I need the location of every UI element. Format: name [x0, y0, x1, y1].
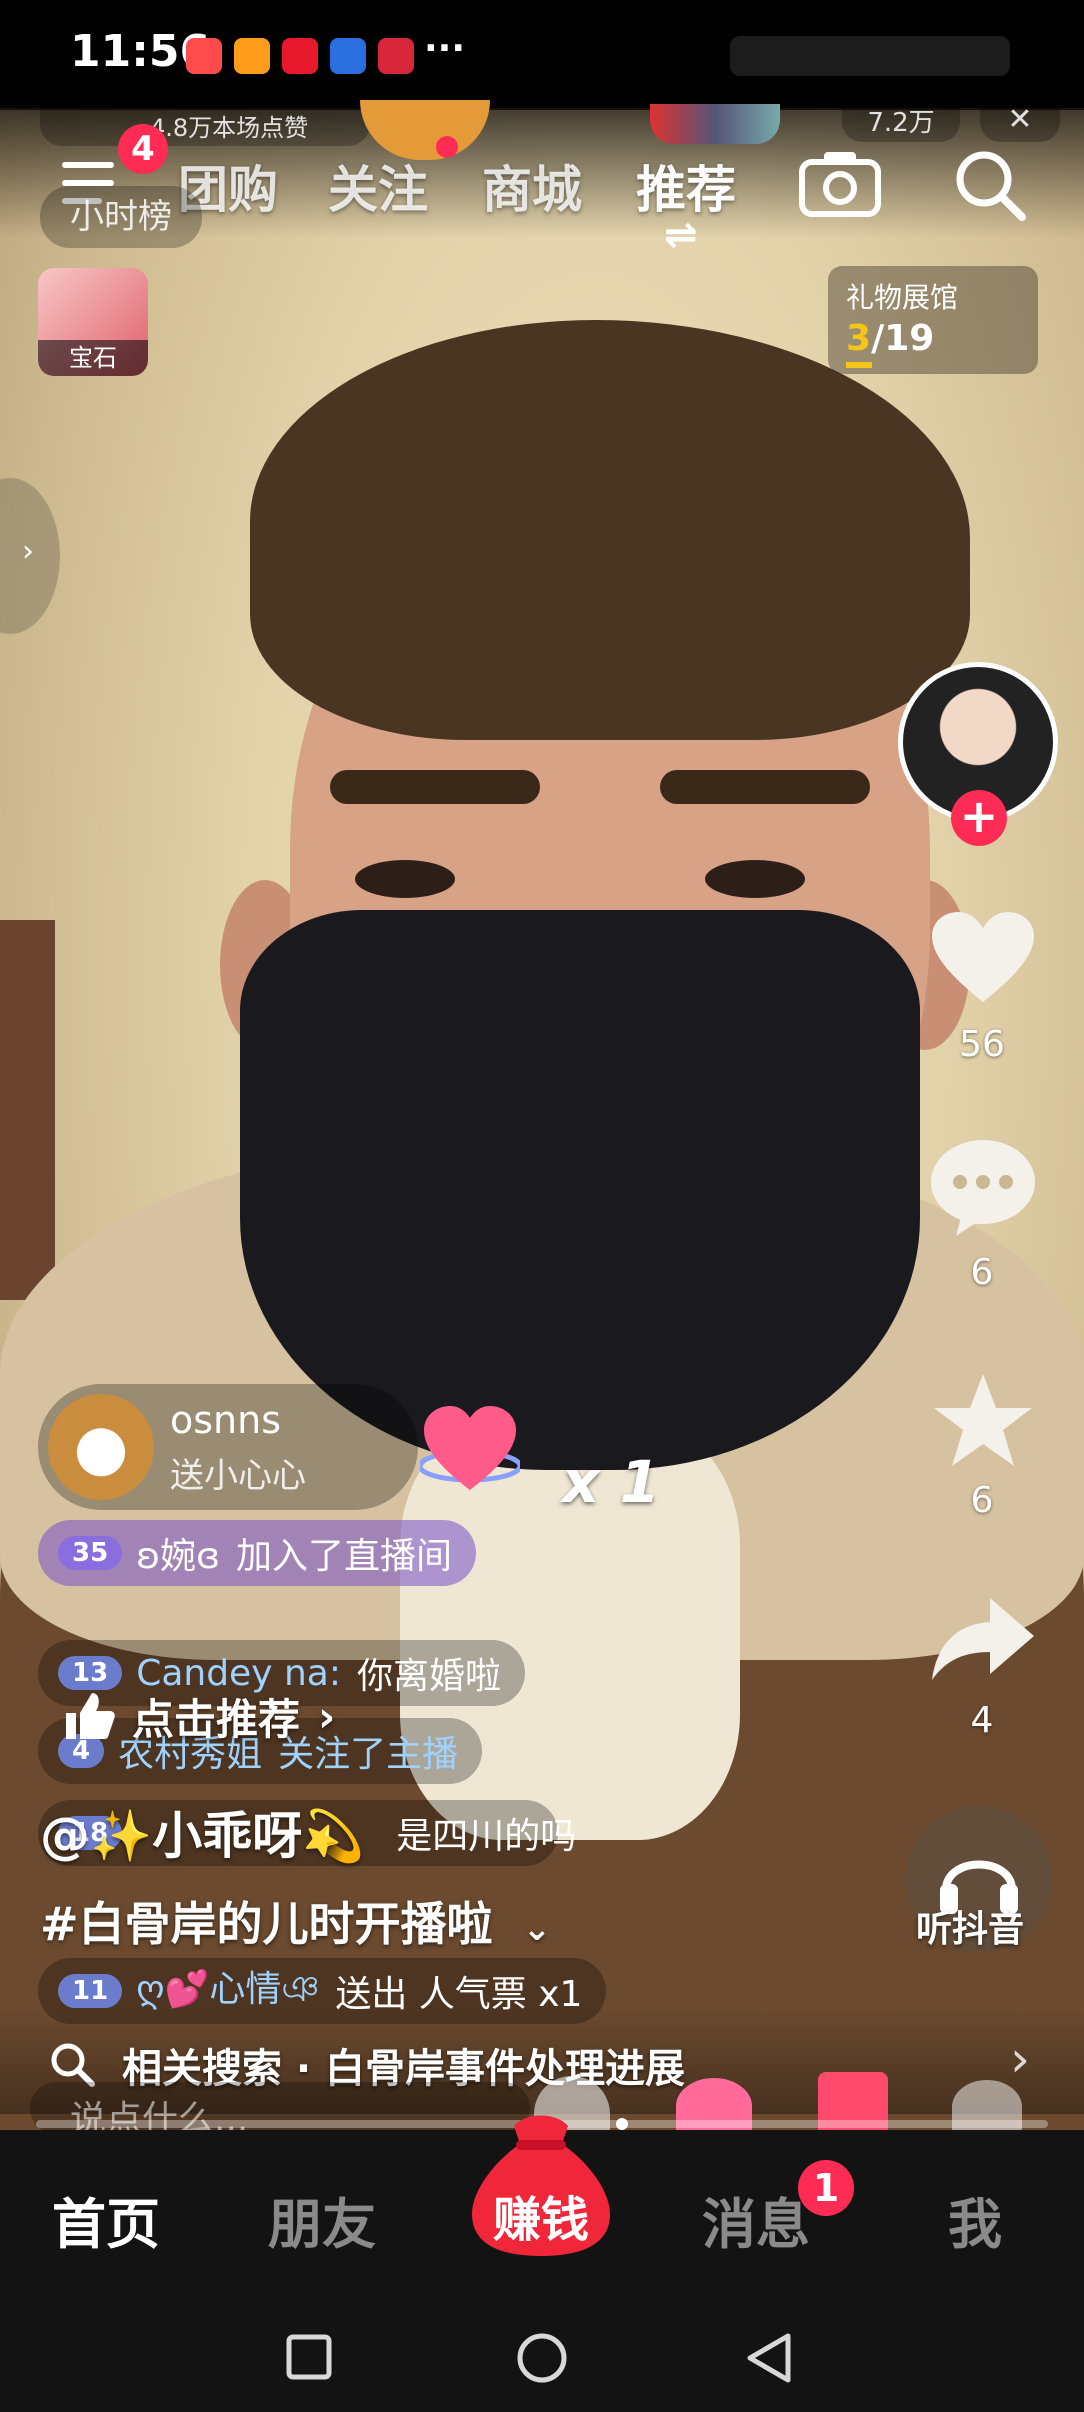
tab-mall[interactable]: 商城 — [482, 150, 582, 222]
favorite-button[interactable] — [928, 1370, 1038, 1470]
follow-plus-button[interactable]: + — [951, 790, 1007, 846]
listen-label: 听抖音 — [916, 1909, 1025, 1950]
comment-icon — [931, 1140, 1035, 1236]
app-notification-icon — [378, 38, 414, 74]
app-notification-icon — [234, 38, 270, 74]
gift-sender-avatar[interactable] — [48, 1394, 154, 1500]
back-icon[interactable] — [744, 2332, 794, 2384]
heart-icon — [932, 912, 1034, 1002]
heart-gift-icon — [417, 1400, 523, 1500]
recents-icon[interactable] — [286, 2334, 332, 2380]
gift-popup: osnns 送小心心 — [38, 1384, 418, 1510]
recommend-label: 点击推荐 — [132, 1694, 301, 1744]
chat-username[interactable]: ʚ婉ɞ — [136, 1527, 220, 1579]
streamer-eye-right — [705, 860, 805, 898]
search-button[interactable] — [950, 145, 1030, 225]
hourly-rank-chip[interactable]: 小时榜 — [40, 186, 202, 248]
close-live-icon[interactable]: ✕ — [980, 102, 1060, 142]
status-bar: 11:56 ··· — [0, 0, 1084, 110]
expand-chevron-icon[interactable]: ⌄ — [523, 1909, 552, 1949]
camera-icon — [799, 152, 881, 217]
stream-hashtag[interactable]: #白骨岸的儿时开播啦 ⌄ — [40, 1888, 551, 1954]
nav-friends[interactable]: 朋友 — [268, 2180, 376, 2259]
live-stream-screen: { "status_bar": {"time": "11:56", "more"… — [0, 0, 1084, 2412]
streamer-brow-left — [330, 770, 540, 804]
search-icon — [956, 151, 1026, 221]
menu-badge: 4 — [118, 124, 168, 174]
streamer-name[interactable]: @✨小乖呀💫 — [40, 1796, 365, 1868]
gift-hall-current: 3 — [846, 318, 872, 359]
likes-text: 4.8万本场点赞 — [150, 114, 309, 142]
background-door — [0, 920, 55, 1300]
nav-home[interactable]: 首页 — [52, 2180, 160, 2259]
search-icon — [51, 2043, 95, 2087]
comment-button[interactable] — [928, 1138, 1038, 1238]
gift-hall-total: /19 — [871, 318, 935, 359]
app-notification-icon — [186, 38, 222, 74]
status-icons-area — [730, 36, 1010, 76]
streamer-brow-right — [660, 770, 870, 804]
gift-hall-card[interactable]: 礼物展馆 3/19 — [828, 266, 1038, 374]
thumbs-up-icon — [66, 1693, 115, 1739]
gift-hall-progress: 3/19 — [846, 318, 934, 359]
user-level-badge: 35 — [58, 1536, 123, 1570]
hashtag-text: #白骨岸的儿时开播啦 — [40, 1897, 493, 1951]
red-dot — [436, 136, 458, 158]
nav-messages[interactable]: 消息 — [702, 2180, 810, 2259]
nav-me[interactable]: 我 — [948, 2180, 1002, 2259]
gift-hall-title: 礼物展馆 — [846, 281, 959, 314]
recommend-button[interactable]: 点击推荐 › — [62, 1686, 335, 1746]
like-count: 56 — [959, 1024, 1005, 1065]
audience-avatars[interactable] — [650, 104, 780, 144]
app-notification-icon — [282, 38, 318, 74]
gift-action: 送小心心 — [170, 1456, 306, 1496]
favorite-count: 6 — [970, 1480, 994, 1521]
gem-label: 宝石 — [38, 340, 148, 376]
chat-text: 加入了直播间 — [236, 1536, 453, 1577]
comment-count: 6 — [970, 1252, 994, 1293]
tab-following[interactable]: 关注 — [328, 150, 428, 222]
chat-text: 你离婚啦 — [356, 1656, 501, 1697]
progress-dot — [616, 2118, 628, 2130]
gift-sender-name: osnns — [170, 1398, 282, 1442]
switch-icon[interactable]: ⇌ — [664, 212, 698, 258]
chevron-right-icon: › — [318, 1691, 336, 1741]
side-panel-handle[interactable]: › — [0, 478, 60, 634]
chat-message: 35 ʚ婉ɞ 加入了直播间 — [38, 1520, 477, 1586]
user-level-badge: 11 — [58, 1974, 123, 2008]
more-notifications-icon: ··· — [424, 28, 466, 69]
share-icon — [932, 1598, 1034, 1680]
share-count: 4 — [970, 1700, 994, 1741]
streamer-hair — [250, 320, 970, 740]
like-button[interactable] — [928, 910, 1038, 1010]
chevron-right-icon: › — [1010, 2030, 1030, 2088]
streamer-eye-left — [355, 860, 455, 898]
gem-box[interactable]: 宝石 — [38, 268, 148, 376]
star-icon — [934, 1374, 1032, 1466]
gift-hall-progress-bar — [846, 362, 872, 368]
likes-banner: 4.8万本场点赞 — [40, 102, 370, 146]
gift-multiplier: x 1 — [562, 1448, 660, 1516]
camera-button[interactable] — [798, 148, 882, 218]
messages-badge: 1 — [798, 2160, 854, 2216]
home-icon[interactable] — [516, 2332, 568, 2384]
share-button[interactable] — [928, 1594, 1038, 1684]
app-notification-icon — [330, 38, 366, 74]
system-nav-bar — [0, 2290, 1084, 2412]
viewer-count[interactable]: 7.2万 — [842, 102, 960, 142]
user-level-badge: 13 — [58, 1656, 123, 1690]
earn-label: 赚钱 — [492, 2192, 589, 2248]
chat-text: 是四川的吗 — [396, 1816, 577, 1857]
earn-button[interactable]: 赚钱 — [466, 2110, 616, 2260]
